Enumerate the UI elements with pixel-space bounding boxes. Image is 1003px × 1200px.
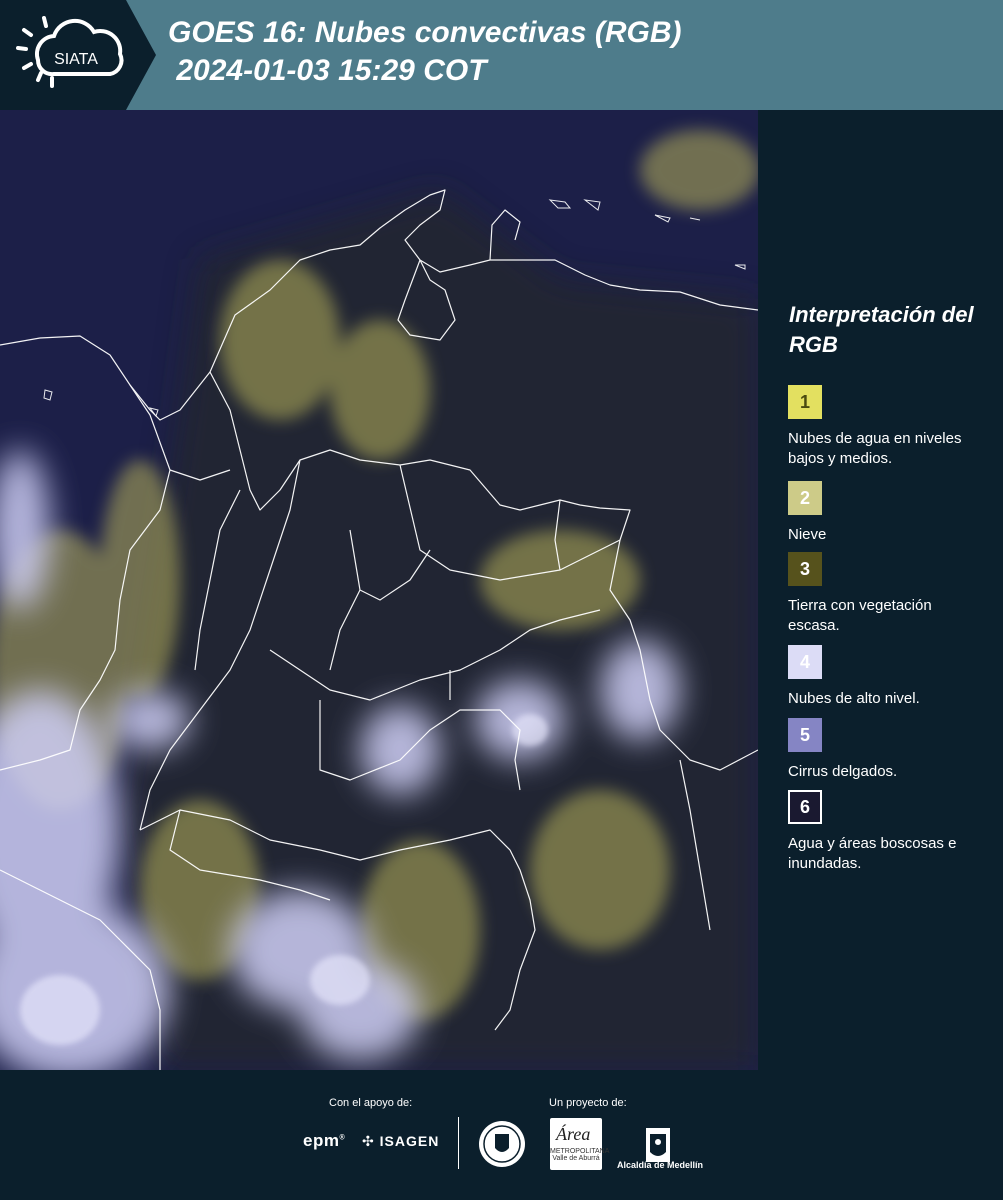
legend-number-6: 6	[799, 796, 810, 817]
page-title: GOES 16: Nubes convectivas (RGB) 2024-01…	[168, 14, 682, 90]
legend-item-3: 3 Tierra con vegetación escasa.	[788, 552, 988, 636]
legend-label-1: Nubes de agua en niveles bajos y medios.	[788, 430, 962, 467]
legend-swatch-5: 5	[788, 718, 822, 752]
legend-number-4: 4	[799, 651, 810, 672]
title-line-2: 2024-01-03 15:29 COT	[168, 54, 487, 87]
isagen-mark-icon: ✣	[362, 1133, 375, 1149]
legend-swatch-1: 1	[788, 385, 822, 419]
support-label: Con el apoyo de:	[329, 1097, 413, 1109]
project-label: Un proyecto de:	[549, 1097, 627, 1109]
legend-item-6: 6 Agua y áreas boscosas e inundadas.	[788, 790, 988, 874]
header: SIATA GOES 16: Nubes convectivas (RGB) 2…	[0, 0, 1003, 110]
legend-label-3: Tierra con vegetación escasa.	[788, 597, 932, 634]
legend-label-2: Nieve	[788, 526, 827, 543]
area-metropolitana-logo: Área METROPOLITANA Valle de Aburrá	[550, 1118, 610, 1170]
legend-item-5: 5 Cirrus delgados.	[788, 718, 988, 782]
legend-item-2: 2 Nieve	[788, 481, 988, 545]
legend-label-5: Cirrus delgados.	[788, 763, 898, 780]
satellite-map	[0, 110, 758, 1070]
legend-label-4: Nubes de alto nivel.	[788, 690, 920, 707]
legend-swatch-2: 2	[788, 481, 822, 515]
title-line-1: GOES 16: Nubes convectivas (RGB)	[168, 16, 682, 49]
legend-swatch-6: 6	[788, 790, 822, 824]
legend-item-4: 4 Nubes de alto nivel.	[788, 645, 988, 709]
legend-label-6: Agua y áreas boscosas e inundadas.	[788, 835, 957, 872]
svg-text:SIATA: SIATA	[54, 51, 98, 68]
satellite-image	[0, 110, 758, 1070]
alcaldia-label: Alcaldía de Medellín	[616, 1160, 704, 1170]
legend-number-1: 1	[799, 391, 810, 412]
area-subtext: METROPOLITANA Valle de Aburrá	[550, 1148, 610, 1162]
siata-logo-icon: SIATA	[16, 16, 124, 88]
legend-title: Interpretación del RGB	[789, 302, 974, 357]
legend-swatch-3: 3	[788, 552, 822, 586]
medellin-seal-icon	[479, 1121, 525, 1167]
footer-divider	[458, 1117, 459, 1169]
legend-number-2: 2	[799, 487, 810, 508]
epm-logo: epm®	[303, 1131, 346, 1150]
area-text: Área	[556, 1124, 591, 1144]
isagen-logo: ✣ ISAGEN	[362, 1133, 439, 1150]
legend-item-1: 1 Nubes de agua en niveles bajos y medio…	[788, 385, 988, 469]
legend-swatch-4: 4	[788, 645, 822, 679]
isagen-text: ISAGEN	[379, 1133, 440, 1149]
epm-text: epm	[303, 1131, 340, 1150]
legend-number-3: 3	[799, 558, 810, 579]
legend-number-5: 5	[799, 724, 810, 745]
